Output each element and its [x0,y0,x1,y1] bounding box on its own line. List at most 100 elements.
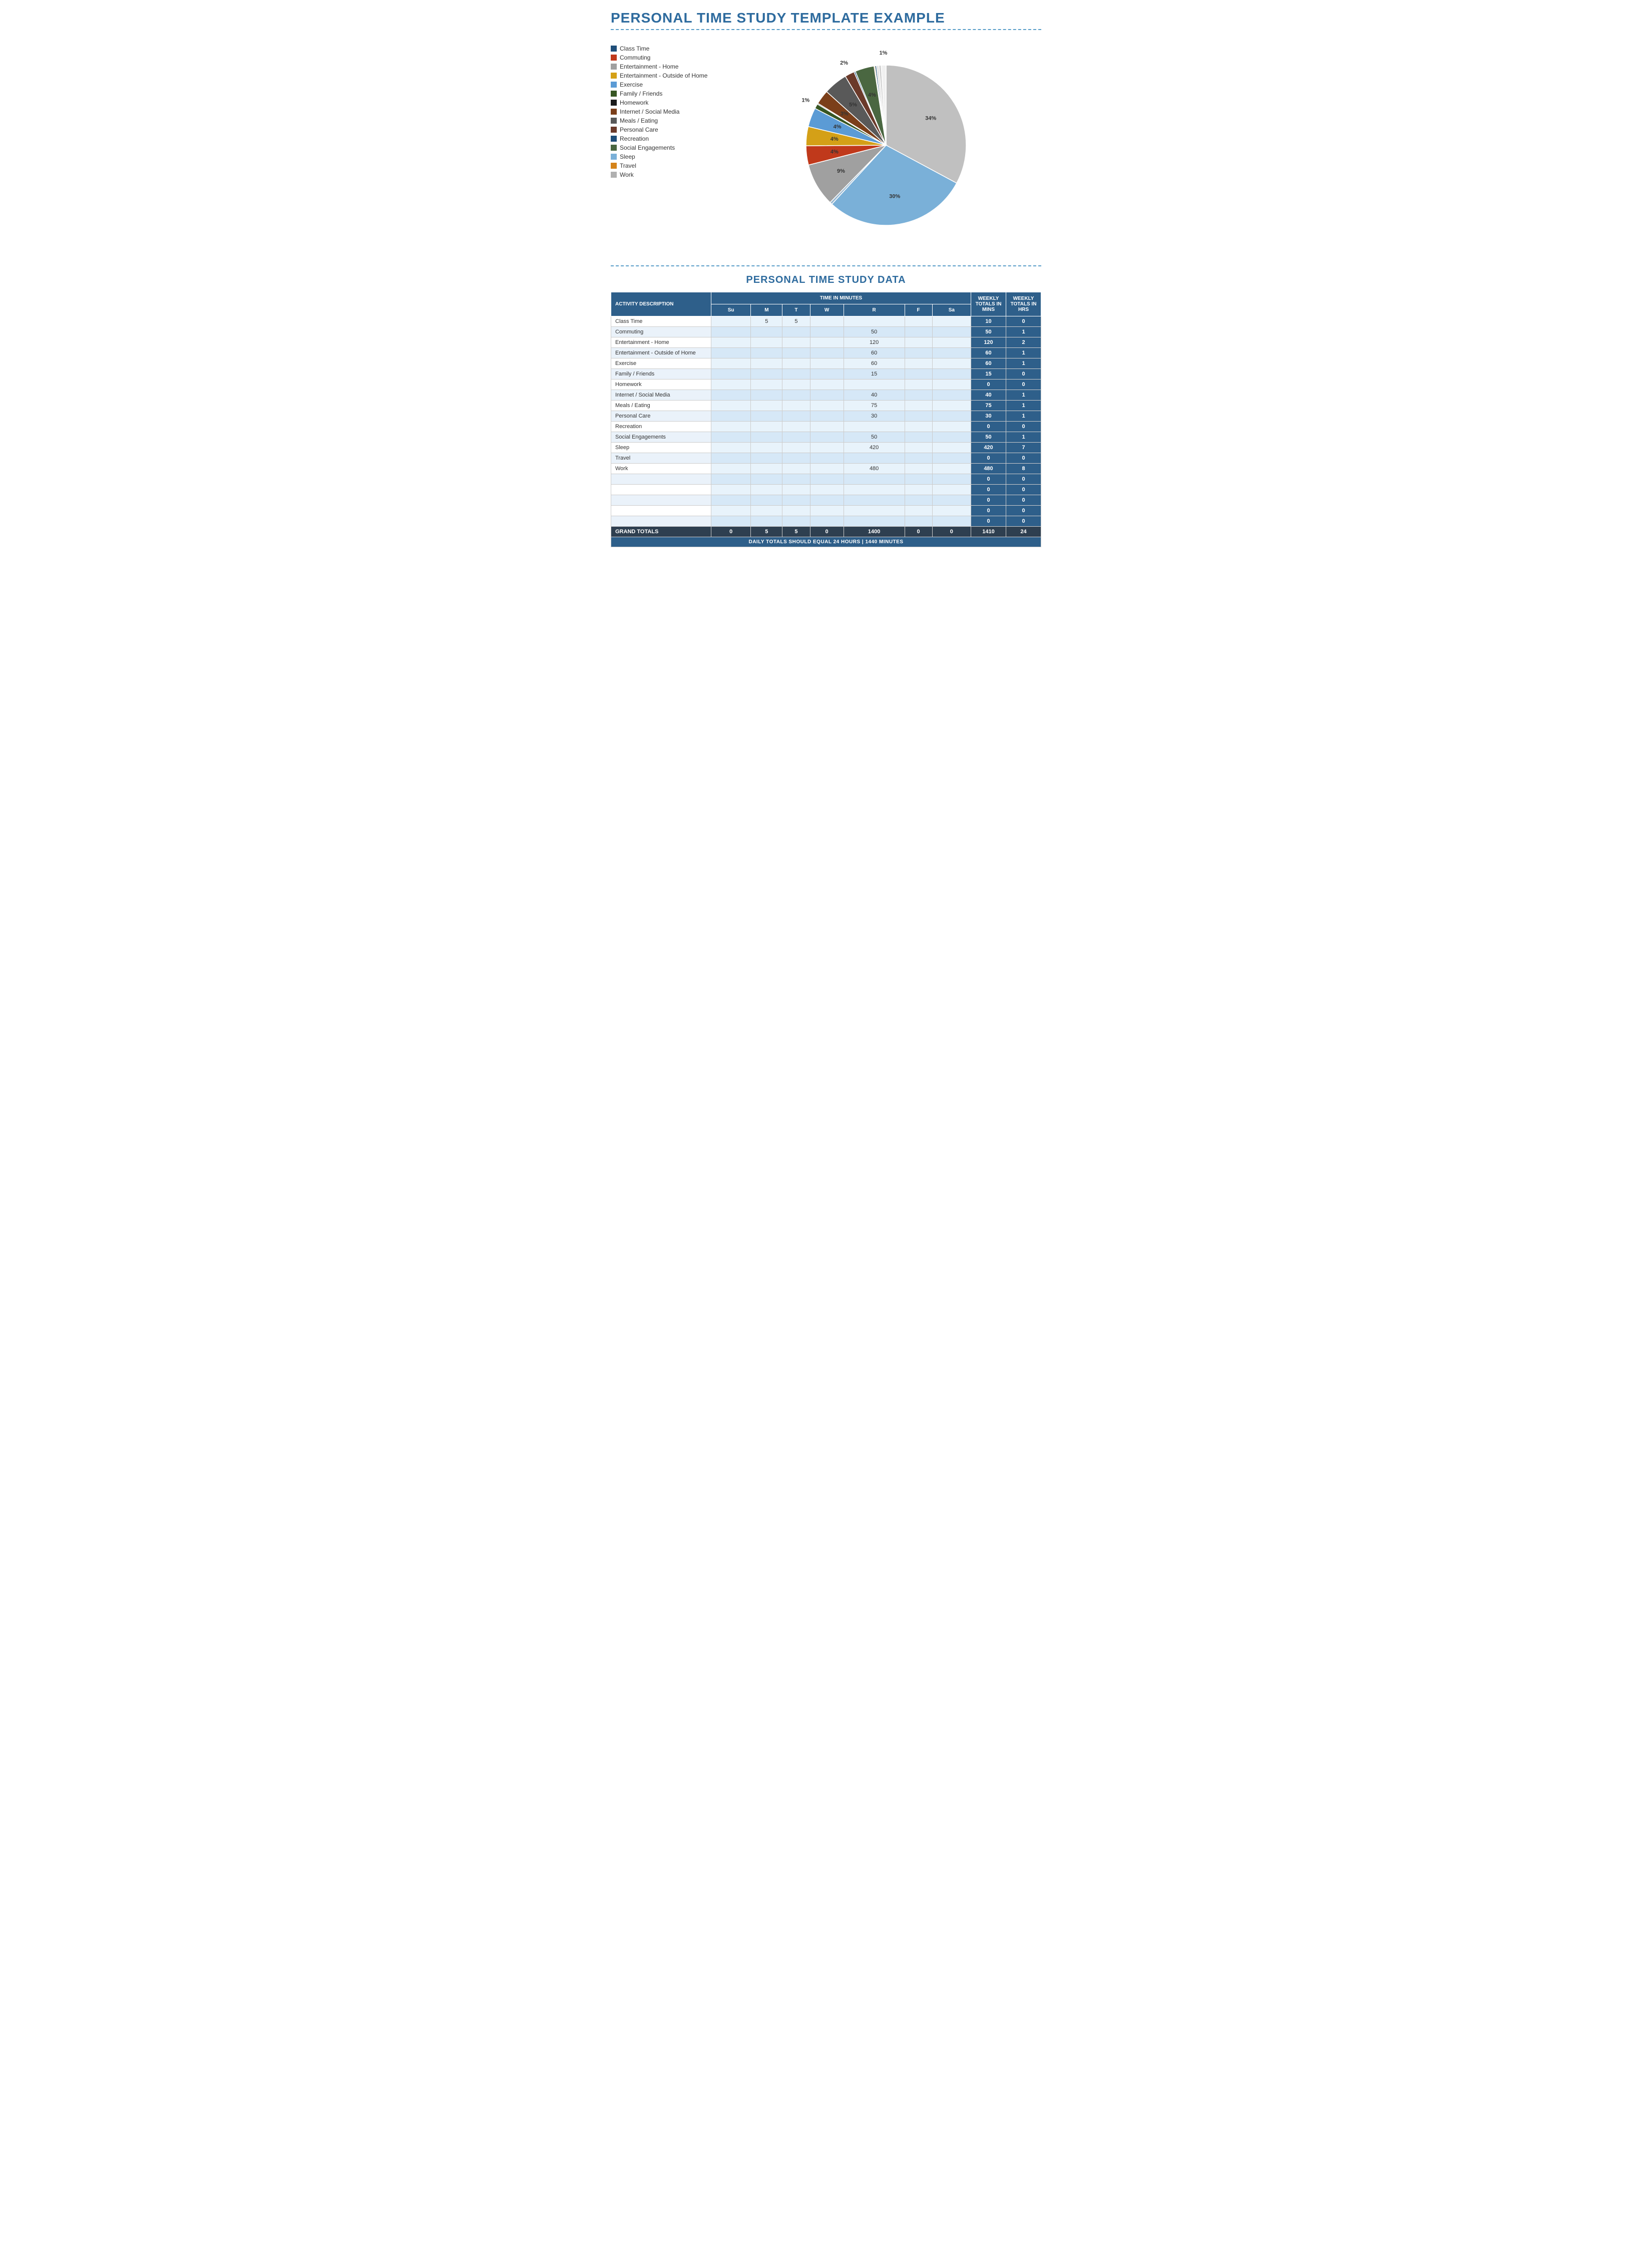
time-cell [711,348,751,358]
weekly-hrs-cell: 1 [1006,411,1041,422]
time-cell [810,369,844,380]
activity-cell: Class Time [611,316,711,327]
day-header: M [751,304,782,316]
legend-label: Entertainment - Outside of Home [620,72,707,79]
table-row: Class Time55100 [611,316,1041,327]
weekly-hrs-cell: 1 [1006,390,1041,401]
table-row: Commuting50501 [611,327,1041,337]
weekly-mins-cell: 0 [971,380,1006,390]
legend-label: Class Time [620,45,649,52]
legend-label: Social Engagements [620,144,675,151]
legend-color-swatch [611,100,617,106]
time-cell [782,485,810,495]
time-cell [932,358,971,369]
time-cell [810,495,844,506]
grand-total-day: 0 [711,527,751,537]
time-cell [711,316,751,327]
table-row: 00 [611,485,1041,495]
activity-cell [611,516,711,527]
activity-cell [611,485,711,495]
weekly-mins-cell: 480 [971,464,1006,474]
weekly-hrs-cell: 1 [1006,401,1041,411]
legend-item: Commuting [611,54,721,61]
activity-cell: Sleep [611,443,711,453]
activity-cell: Personal Care [611,411,711,422]
table-row: Work4804808 [611,464,1041,474]
time-cell [844,422,905,432]
legend-label: Family / Friends [620,90,662,97]
time-cell [751,327,782,337]
weekly-mins-cell: 0 [971,422,1006,432]
table-row: 00 [611,495,1041,506]
legend-item: Internet / Social Media [611,108,721,115]
pie-label: 30% [889,193,900,199]
weekly-mins-cell: 60 [971,358,1006,369]
time-cell [905,316,932,327]
time-cell [751,453,782,464]
time-cell [751,485,782,495]
time-cell [905,327,932,337]
time-cell [711,474,751,485]
time-cell [751,401,782,411]
legend-label: Internet / Social Media [620,108,679,115]
time-cell [905,369,932,380]
time-cell [810,432,844,443]
time-cell [810,464,844,474]
time-cell [711,464,751,474]
time-cell [711,337,751,348]
pie-label: 4% [831,136,839,142]
pie-label: 34% [925,116,936,122]
time-cell: 420 [844,443,905,453]
time-cell [782,348,810,358]
grand-total-day: 5 [782,527,810,537]
pie-label: 3% [841,111,849,117]
weekly-mins-cell: 10 [971,316,1006,327]
activity-cell: Entertainment - Home [611,337,711,348]
time-cell [782,516,810,527]
time-cell [844,380,905,390]
time-cell [751,348,782,358]
legend-color-swatch [611,118,617,124]
time-cell [810,348,844,358]
legend-label: Travel [620,162,636,169]
pie-label: 2% [840,60,848,66]
time-cell [810,453,844,464]
weekly-mins-cell: 0 [971,453,1006,464]
time-cell [810,358,844,369]
time-cell: 75 [844,401,905,411]
time-cell: 120 [844,337,905,348]
time-cell [810,516,844,527]
pie-label: 4% [868,92,876,98]
time-cell [844,495,905,506]
time-cell [932,516,971,527]
legend-label: Entertainment - Home [620,63,678,70]
activity-cell: Travel [611,453,711,464]
time-cell [932,401,971,411]
legend-item: Family / Friends [611,90,721,97]
time-cell [810,337,844,348]
time-cell [905,337,932,348]
table-row: Personal Care30301 [611,411,1041,422]
table-row: 00 [611,474,1041,485]
time-cell [844,506,905,516]
pie-chart: 34%30%9%4%4%4%1%3%5%2%4%1% [781,40,991,250]
time-cell [932,453,971,464]
time-cell [810,485,844,495]
legend-color-swatch [611,136,617,142]
time-cell [782,443,810,453]
pie-label: 4% [831,149,839,155]
time-cell [905,358,932,369]
legend-color-swatch [611,145,617,151]
legend-item: Work [611,171,721,178]
legend-label: Recreation [620,135,649,142]
time-cell [751,516,782,527]
weekly-mins-cell: 420 [971,443,1006,453]
time-cell [905,380,932,390]
time-cell [905,432,932,443]
footer-row: DAILY TOTALS SHOULD EQUAL 24 HOURS | 144… [611,537,1041,547]
table-row: Social Engagements50501 [611,432,1041,443]
legend-color-swatch [611,127,617,133]
legend-label: Sleep [620,153,635,160]
legend-color-swatch [611,82,617,88]
time-cell [711,443,751,453]
